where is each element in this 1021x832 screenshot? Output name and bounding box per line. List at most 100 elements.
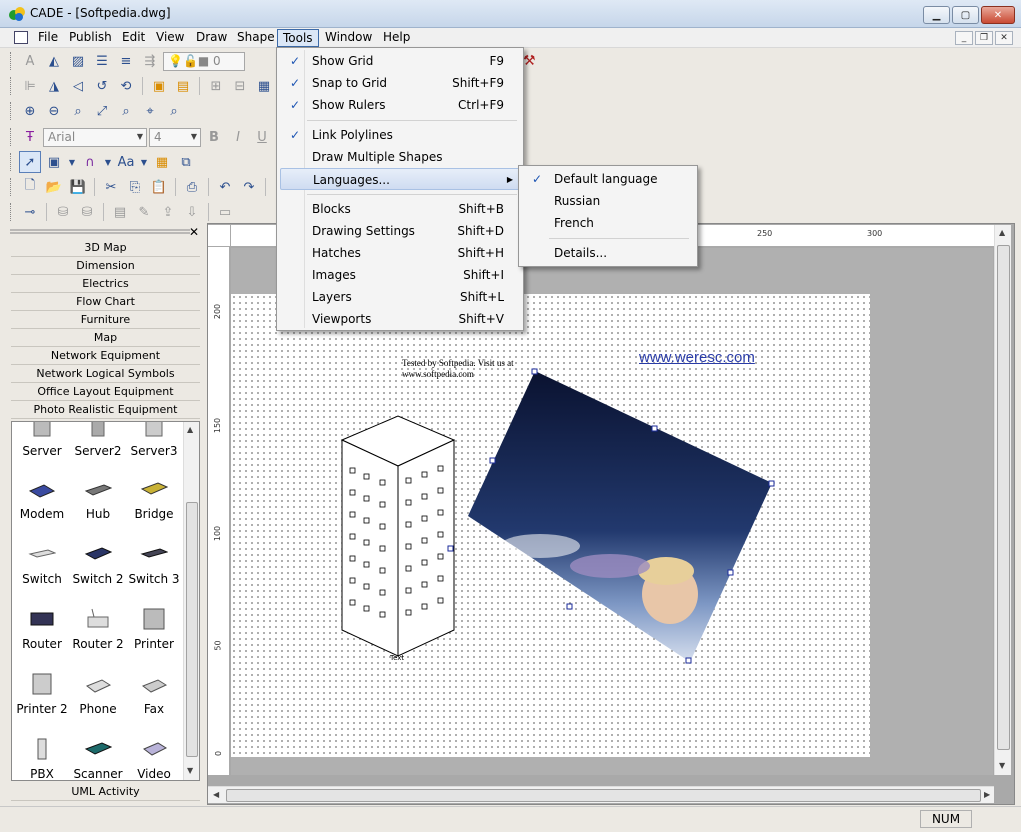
category-flow-chart[interactable]: Flow Chart — [11, 293, 200, 311]
shape-modem[interactable]: Modem — [14, 475, 70, 535]
minimize-button[interactable]: ▁ — [923, 6, 950, 24]
zoom-in-icon[interactable]: ⊕ — [19, 100, 41, 122]
edit-report-icon[interactable]: ✎ — [133, 201, 155, 223]
menu-item-viewports[interactable]: Viewports Shift+V — [280, 308, 520, 330]
menu-file[interactable]: File — [33, 29, 63, 47]
menu-item-default-language[interactable]: ✓ Default language — [522, 168, 694, 190]
shape-switch-2[interactable]: Switch 2 — [70, 540, 126, 600]
scrollbar-thumb[interactable] — [997, 245, 1010, 750]
folder-icon[interactable]: ▭ — [214, 201, 236, 223]
chevron-down-icon[interactable]: ▼ — [67, 151, 77, 173]
copy-icon[interactable]: ⎘ — [124, 176, 146, 198]
rotate-left-icon[interactable]: ↺ — [91, 75, 113, 97]
building-shape[interactable]: Text — [336, 410, 460, 666]
flip-horizontal-icon[interactable]: ◮ — [43, 75, 65, 97]
maximize-button[interactable]: ▢ — [952, 6, 979, 24]
category-map[interactable]: Map — [11, 329, 200, 347]
shape-server[interactable]: Server — [14, 422, 70, 472]
category-network-logical-symbols[interactable]: Network Logical Symbols — [11, 365, 200, 383]
line-width-icon[interactable]: ☰ — [91, 50, 113, 72]
redo-icon[interactable]: ↷ — [238, 176, 260, 198]
shape-server3[interactable]: Server3 — [126, 422, 182, 472]
scroll-right-icon[interactable]: ▶ — [984, 790, 990, 799]
toolbar-grip[interactable] — [10, 128, 13, 146]
rotate-right-icon[interactable]: ⟲ — [115, 75, 137, 97]
category-office-layout-equipment[interactable]: Office Layout Equipment — [11, 383, 200, 401]
zoom-previous-icon[interactable]: ⌕ — [115, 100, 137, 122]
category-network-equipment[interactable]: Network Equipment — [11, 347, 200, 365]
send-back-icon[interactable]: ▤ — [172, 75, 194, 97]
menu-item-blocks[interactable]: Blocks Shift+B — [280, 198, 520, 220]
undo-icon[interactable]: ↶ — [214, 176, 236, 198]
toolbar-grip[interactable] — [10, 77, 13, 95]
category-furniture[interactable]: Furniture — [11, 311, 200, 329]
category-electrics[interactable]: Electrics — [11, 275, 200, 293]
font-icon[interactable]: Ŧ — [19, 126, 41, 148]
shape-server2[interactable]: Server2 — [70, 422, 126, 472]
align-icon[interactable]: ⊫ — [19, 75, 41, 97]
toolbar-grip[interactable] — [10, 102, 13, 120]
flip-vertical-icon[interactable]: ◁ — [67, 75, 89, 97]
font-size-combo[interactable]: 4 ▼ — [149, 127, 201, 147]
group-icon[interactable]: ⊞ — [205, 75, 227, 97]
menu-item-show-rulers[interactable]: ✓ Show Rulers Ctrl+F9 — [280, 94, 520, 116]
text-icon[interactable]: A — [19, 50, 41, 72]
category-3d-map[interactable]: 3D Map — [11, 239, 200, 257]
menu-publish[interactable]: Publish — [64, 29, 117, 47]
shape-printer[interactable]: Printer — [126, 605, 182, 665]
line-spacing-icon[interactable]: ⇶ — [139, 50, 161, 72]
zoom-fit-icon[interactable]: ⤢ — [91, 100, 113, 122]
toolbar-grip[interactable] — [10, 178, 13, 196]
paste-icon[interactable]: 📋 — [148, 176, 170, 198]
print-icon[interactable]: ⎙ — [181, 176, 203, 198]
shape-fax[interactable]: Fax — [126, 670, 182, 730]
horizontal-scrollbar[interactable]: ◀ ▶ — [208, 786, 994, 803]
scrollbar-thumb[interactable] — [226, 789, 981, 802]
zoom-realtime-icon[interactable]: ⌖ — [139, 100, 161, 122]
menu-view[interactable]: View — [151, 29, 189, 47]
menu-item-details[interactable]: Details... — [522, 242, 694, 264]
hammer-icon[interactable]: ⚒ — [523, 53, 536, 69]
menu-item-layers[interactable]: Layers Shift+L — [280, 286, 520, 308]
shape-bridge[interactable]: Bridge — [126, 475, 182, 535]
shape-video[interactable]: Video — [126, 735, 182, 780]
line-style-icon[interactable]: ≡ — [115, 50, 137, 72]
ungroup-icon[interactable]: ⊟ — [229, 75, 251, 97]
toolbar-grip[interactable] — [10, 203, 13, 221]
chevron-down-icon[interactable]: ▼ — [139, 151, 149, 173]
mdi-minimize-button[interactable]: _ — [955, 31, 973, 45]
text-style-button[interactable]: Aa — [115, 151, 137, 173]
report-icon[interactable]: ▤ — [109, 201, 131, 223]
menu-item-link-polylines[interactable]: ✓ Link Polylines — [280, 124, 520, 146]
mdi-close-button[interactable]: ✕ — [995, 31, 1013, 45]
publish-settings-icon[interactable]: ⛁ — [76, 201, 98, 223]
vertical-scrollbar[interactable]: ▲ ▼ — [994, 225, 1011, 775]
shape-printer-2[interactable]: Printer 2 — [14, 670, 70, 730]
menu-window[interactable]: Window — [320, 29, 377, 47]
shape-pbx[interactable]: PBX — [14, 735, 70, 780]
image-tool-icon[interactable]: ▦ — [151, 151, 173, 173]
scroll-up-icon[interactable]: ▲ — [187, 425, 193, 434]
bring-front-icon[interactable]: ▣ — [148, 75, 170, 97]
curve-tool-icon[interactable]: ∩ — [79, 151, 101, 173]
scroll-down-icon[interactable]: ▼ — [187, 766, 193, 775]
category-dimension[interactable]: Dimension — [11, 257, 200, 275]
open-folder-icon[interactable]: 📂 — [43, 176, 65, 198]
menu-item-images[interactable]: Images Shift+I — [280, 264, 520, 286]
upload-icon[interactable]: ⇪ — [157, 201, 179, 223]
shape-switch[interactable]: Switch — [14, 540, 70, 600]
menu-item-languages[interactable]: Languages... ▶ — [280, 168, 520, 190]
close-icon[interactable]: ✕ — [189, 225, 199, 239]
select-arrow-icon[interactable]: ➚ — [19, 151, 41, 173]
category-photo-realistic-equipment[interactable]: Photo Realistic Equipment — [11, 401, 200, 419]
cut-icon[interactable]: ✂ — [100, 176, 122, 198]
properties-icon[interactable]: ▦ — [253, 75, 275, 97]
font-name-combo[interactable]: Arial ▼ — [43, 127, 147, 147]
menu-item-snap-to-grid[interactable]: ✓ Snap to Grid Shift+F9 — [280, 72, 520, 94]
toolbar-grip[interactable] — [10, 52, 13, 70]
fill-icon[interactable]: ◭ — [43, 50, 65, 72]
close-button[interactable]: ✕ — [981, 6, 1015, 24]
menu-item-drawing-settings[interactable]: Drawing Settings Shift+D — [280, 220, 520, 242]
download-icon[interactable]: ⇩ — [181, 201, 203, 223]
scroll-down-icon[interactable]: ▼ — [999, 761, 1005, 770]
